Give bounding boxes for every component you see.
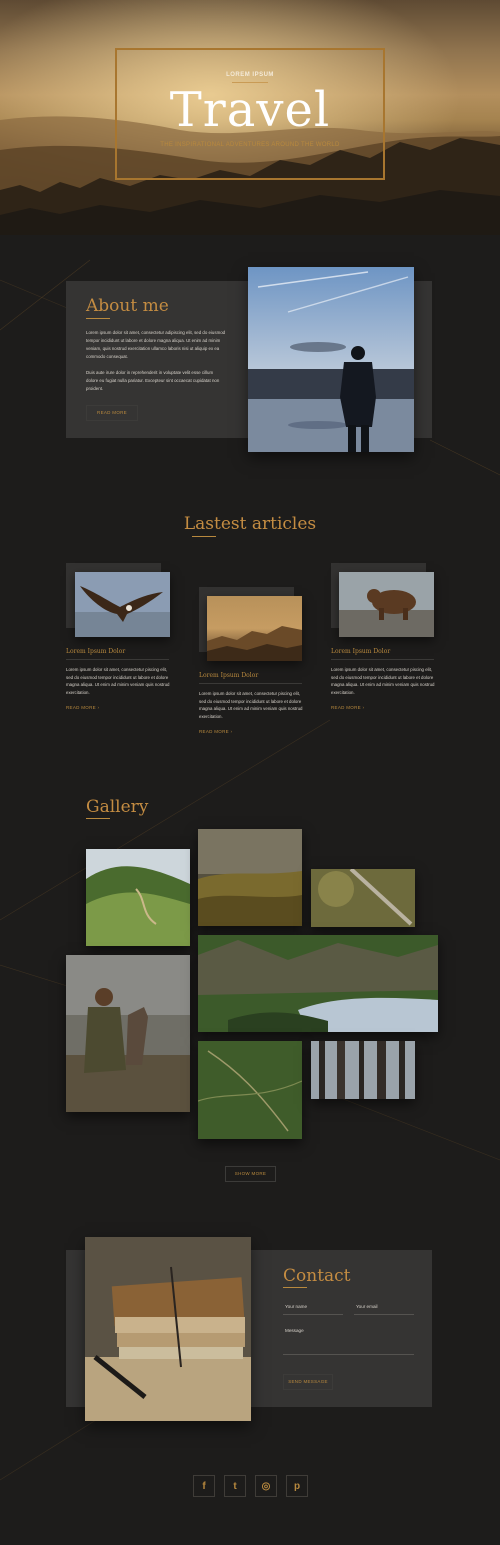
gallery-title: Gallery: [86, 797, 149, 817]
twitter-glyph: t: [233, 1480, 237, 1492]
article-2-read-more-label: READ MORE: [199, 729, 229, 734]
article-2-read-more-link[interactable]: READ MORE ›: [199, 729, 232, 734]
facebook-glyph: f: [202, 1480, 206, 1492]
hero-subtitle: THE INSPIRATIONAL ADVENTURES AROUND THE …: [160, 142, 340, 148]
about-paragraph-2: Duis aute irure dolor in reprehenderit i…: [86, 370, 220, 391]
hero-kicker: LOREM IPSUM: [226, 72, 274, 78]
gallery-title-underline: [86, 818, 110, 819]
about-paragraph-1: Lorem ipsum dolor sit amet, consectetur …: [86, 330, 226, 359]
contact-title-underline: [283, 1287, 307, 1288]
about-title: About me: [86, 296, 169, 316]
gallery-image-lake-cliffs[interactable]: [198, 935, 438, 1032]
hero-title: Travel: [169, 82, 331, 138]
send-message-button[interactable]: SEND MESSAGE: [283, 1374, 333, 1390]
instagram-icon[interactable]: ◎: [255, 1475, 277, 1497]
message-field-label: Message: [285, 1328, 304, 1333]
gallery-show-more-button[interactable]: SHOW MORE: [225, 1166, 276, 1182]
articles-title: Lastest articles: [183, 514, 317, 534]
about-read-more-button[interactable]: READ MORE: [86, 405, 138, 421]
article-2-title[interactable]: Lorem Ipsum Dolor: [199, 672, 258, 679]
instagram-glyph: ◎: [261, 1480, 271, 1492]
gallery-image-woman-with-dog[interactable]: [66, 955, 190, 1112]
article-3-text: Lorem ipsum dolor sit amet, consectetur …: [331, 667, 435, 695]
letters-bundle-photo: [85, 1237, 251, 1421]
eagle-photo[interactable]: [75, 572, 170, 637]
gallery-image-hills[interactable]: [86, 849, 190, 946]
chevron-right-icon: ›: [362, 705, 365, 710]
chevron-right-icon: ›: [230, 729, 233, 734]
article-2-divider: [199, 683, 302, 684]
pinterest-glyph: p: [293, 1480, 301, 1492]
message-field[interactable]: [283, 1354, 414, 1355]
gallery-image-aerial-valley[interactable]: [198, 1041, 302, 1139]
article-1-read-more-label: READ MORE: [66, 705, 96, 710]
article-2-text: Lorem ipsum dolor sit amet, consectetur …: [199, 691, 303, 719]
about-title-underline: [86, 318, 110, 319]
email-field-label: Your email: [356, 1304, 378, 1309]
bear-photo[interactable]: [339, 572, 434, 637]
gallery-image-foggy-field[interactable]: [198, 829, 302, 926]
email-field[interactable]: [354, 1314, 414, 1315]
contact-backdrop: [66, 1250, 86, 1407]
traveler-lake-photo: [248, 267, 414, 452]
pinterest-icon[interactable]: p: [286, 1475, 308, 1497]
article-3-title[interactable]: Lorem Ipsum Dolor: [331, 648, 390, 655]
articles-title-underline: [192, 536, 216, 537]
contact-title: Contact: [283, 1266, 351, 1286]
article-1-divider: [66, 659, 169, 660]
article-3-read-more-link[interactable]: READ MORE ›: [331, 705, 364, 710]
gallery-image-forest[interactable]: [311, 1041, 415, 1099]
forest-sunset-photo[interactable]: [207, 596, 302, 661]
chevron-right-icon: ›: [97, 705, 100, 710]
article-1-read-more-link[interactable]: READ MORE ›: [66, 705, 99, 710]
facebook-icon[interactable]: f: [193, 1475, 215, 1497]
twitter-icon[interactable]: t: [224, 1475, 246, 1497]
name-field-label: Your name: [285, 1304, 308, 1309]
article-3-read-more-label: READ MORE: [331, 705, 361, 710]
article-1-text: Lorem ipsum dolor sit amet, consectetur …: [66, 667, 170, 695]
article-3-divider: [331, 659, 434, 660]
name-field[interactable]: [283, 1314, 343, 1315]
gallery-image-branch[interactable]: [311, 869, 415, 927]
article-1-title[interactable]: Lorem Ipsum Dolor: [66, 648, 125, 655]
